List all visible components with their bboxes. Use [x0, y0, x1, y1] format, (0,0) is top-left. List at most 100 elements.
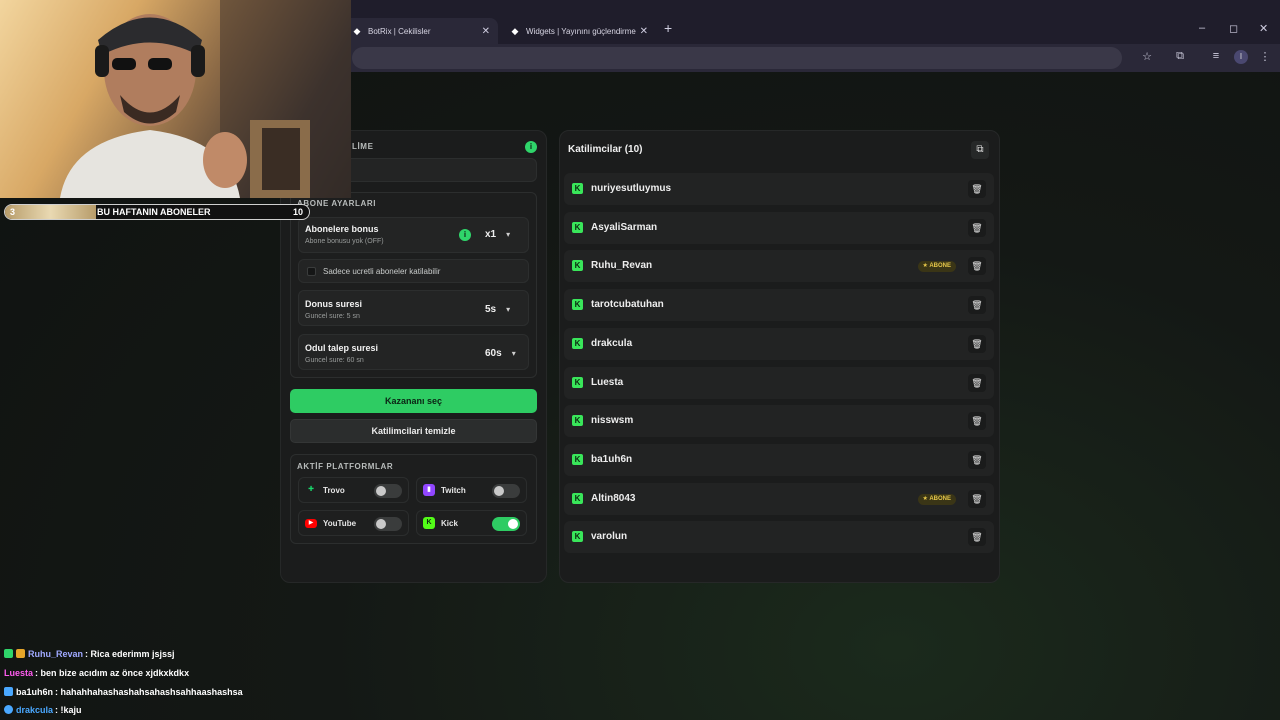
trash-icon[interactable]: 🗑	[968, 489, 986, 508]
youtube-toggle[interactable]	[374, 517, 402, 531]
kick-icon: K	[572, 415, 583, 427]
profile-avatar[interactable]: I	[1234, 50, 1248, 64]
menu-kebab-icon[interactable]: ⋮	[1257, 50, 1273, 63]
claim-time-row: Odul talep suresi Guncel sure: 60 sn 60s…	[298, 334, 529, 370]
subscriber-goal-bar: 3 BU HAFTANIN ABONELER 10	[4, 204, 310, 220]
minimize-button[interactable]: –	[1199, 22, 1205, 34]
participant-row: K Luesta 🗑	[564, 366, 994, 399]
trash-icon[interactable]: 🗑	[968, 296, 986, 315]
chat-text: : ben bize acıdım az önce xjdkxkdkx	[35, 668, 190, 678]
participant-row: K AsyaliSarman 🗑	[564, 211, 994, 244]
kick-toggle[interactable]	[492, 517, 520, 531]
streamer-webcam-image	[60, 0, 351, 198]
participant-name: Luesta	[591, 376, 624, 388]
chat-username: ba1uh6n	[16, 687, 54, 697]
youtube-icon: ▶	[305, 518, 317, 528]
participant-name: AsyaliSarman	[591, 221, 658, 233]
chat-text: : !kaju	[55, 705, 82, 715]
participant-name: drakcula	[591, 337, 633, 349]
kick-icon: K	[572, 183, 583, 194]
chevron-down-icon: ▾	[506, 305, 511, 314]
participant-name: nuriyesutluymus	[591, 183, 672, 194]
shield-badge-icon	[4, 705, 13, 714]
participant-row: Knisswsm 🗑	[564, 405, 994, 438]
maximize-button[interactable]: ◻	[1229, 22, 1238, 35]
kick-badge-icon	[4, 649, 13, 658]
subscriber-badge-label: ABONE	[929, 263, 951, 270]
bonus-multiplier-select[interactable]: x1 ▾	[485, 229, 510, 240]
participant-row: Kba1uh6n 🗑	[564, 443, 994, 476]
trash-icon[interactable]: 🗑	[968, 334, 986, 353]
claim-time-select[interactable]: 60s ▾	[485, 348, 516, 359]
platform-kick: K Kick	[416, 510, 527, 536]
trash-icon[interactable]: 🗑	[968, 257, 986, 276]
subscriber-badge: ★ ABONE	[917, 261, 956, 273]
bonus-time-select[interactable]: 5s ▾	[485, 304, 510, 315]
trash-icon[interactable]: 🗑	[968, 218, 986, 237]
clear-participants-button[interactable]: Katilimcilari temizle	[290, 419, 537, 443]
media-control-icon[interactable]: ≡	[1208, 50, 1224, 62]
subscriber-goal-label: BU HAFTANIN ABONELER	[97, 207, 211, 217]
pick-winner-button[interactable]: Kazananı seç	[290, 389, 537, 413]
close-tab-icon[interactable]: ✕	[640, 26, 648, 37]
tab-widgets[interactable]: ◆ Widgets | Yayınını güçlendirme ✕	[500, 18, 656, 44]
extensions-icon[interactable]: ⧉	[1172, 50, 1188, 63]
subscriber-badge-label: ABONE	[929, 495, 951, 502]
kick-icon: K	[572, 376, 583, 388]
participants-title: Katilimcilar (10)	[568, 144, 643, 155]
address-bar[interactable]	[352, 47, 1122, 69]
twitch-icon: ▮	[423, 484, 435, 496]
bonus-time-label: Donus suresi	[305, 299, 363, 309]
subscriber-bonus-label: Abonelere bonus	[305, 224, 379, 234]
bonus-time-status: Guncel sure: 5 sn	[305, 313, 360, 320]
trovo-toggle[interactable]	[374, 484, 402, 498]
chat-text: : hahahhahashashahsahashsahhaashashsa	[55, 687, 243, 697]
chat-message: Ruhu_Revan: Rica ederimm jsjssj	[4, 649, 175, 659]
copy-icon[interactable]: ⧉	[971, 141, 989, 159]
subscriber-badge-icon	[16, 649, 25, 658]
paid-only-checkbox[interactable]	[307, 267, 316, 276]
kick-icon: K	[572, 221, 583, 233]
chat-message: Luesta: ben bize acıdım az önce xjdkxkdk…	[4, 668, 189, 678]
bookmark-star-icon[interactable]: ☆	[1139, 50, 1155, 63]
subscriber-goal-current: 3	[10, 207, 16, 217]
new-tab-button[interactable]: +	[664, 20, 672, 36]
participant-name: varolun	[591, 531, 628, 543]
webcam-overlay	[0, 0, 351, 198]
info-icon[interactable]: i	[525, 141, 537, 153]
participant-name: Altin8043	[591, 492, 636, 504]
close-window-button[interactable]: ✕	[1259, 22, 1268, 35]
chevron-down-icon: ▾	[511, 349, 516, 358]
moderator-badge-icon	[4, 687, 13, 696]
close-tab-icon[interactable]: ✕	[482, 26, 490, 37]
subscriber-bonus-status: Abone bonusu yok (OFF)	[305, 238, 384, 245]
active-platforms-title: AKTİF PLATFORMLAR	[297, 462, 394, 471]
trash-icon[interactable]: 🗑	[968, 450, 986, 469]
subscriber-goal-progress	[5, 205, 97, 219]
kick-icon: K	[572, 531, 583, 543]
participant-name: Ruhu_Revan	[591, 260, 653, 272]
chat-message: drakcula: !kaju	[4, 705, 82, 715]
bonus-time-row: Donus suresi Guncel sure: 5 sn 5s ▾	[298, 290, 529, 326]
tab-botrix-cekilisler[interactable]: ◆ BotRix | Cekilisler ✕	[342, 18, 498, 44]
panel-header-label: LİME	[352, 142, 374, 151]
chevron-down-icon: ▾	[506, 230, 511, 239]
chat-text: : Rica ederimm jsjssj	[85, 649, 175, 659]
twitch-toggle[interactable]	[492, 484, 520, 498]
trash-icon[interactable]: 🗑	[968, 412, 986, 431]
platform-twitch: ▮ Twitch	[416, 477, 527, 503]
trash-icon[interactable]: 🗑	[968, 528, 986, 547]
paid-only-row[interactable]: Sadece ucretli aboneler katilabilir	[298, 259, 529, 283]
botrix-icon: ◆	[511, 26, 519, 36]
botrix-icon: ◆	[353, 26, 361, 36]
kick-icon: K	[572, 492, 583, 504]
participant-row: Kdrakcula 🗑	[564, 327, 994, 360]
info-icon[interactable]: i	[459, 229, 471, 241]
participant-row: Kvarolun 🗑	[564, 521, 994, 554]
participant-name: ba1uh6n	[591, 453, 633, 465]
trash-icon[interactable]: 🗑	[968, 180, 986, 198]
participant-row: Knuriyesutluymus 🗑	[564, 173, 994, 205]
trash-icon[interactable]: 🗑	[968, 373, 986, 392]
trovo-icon: ✚	[308, 486, 314, 493]
subscriber-settings-title: ABONE AYARLARI	[297, 199, 377, 208]
